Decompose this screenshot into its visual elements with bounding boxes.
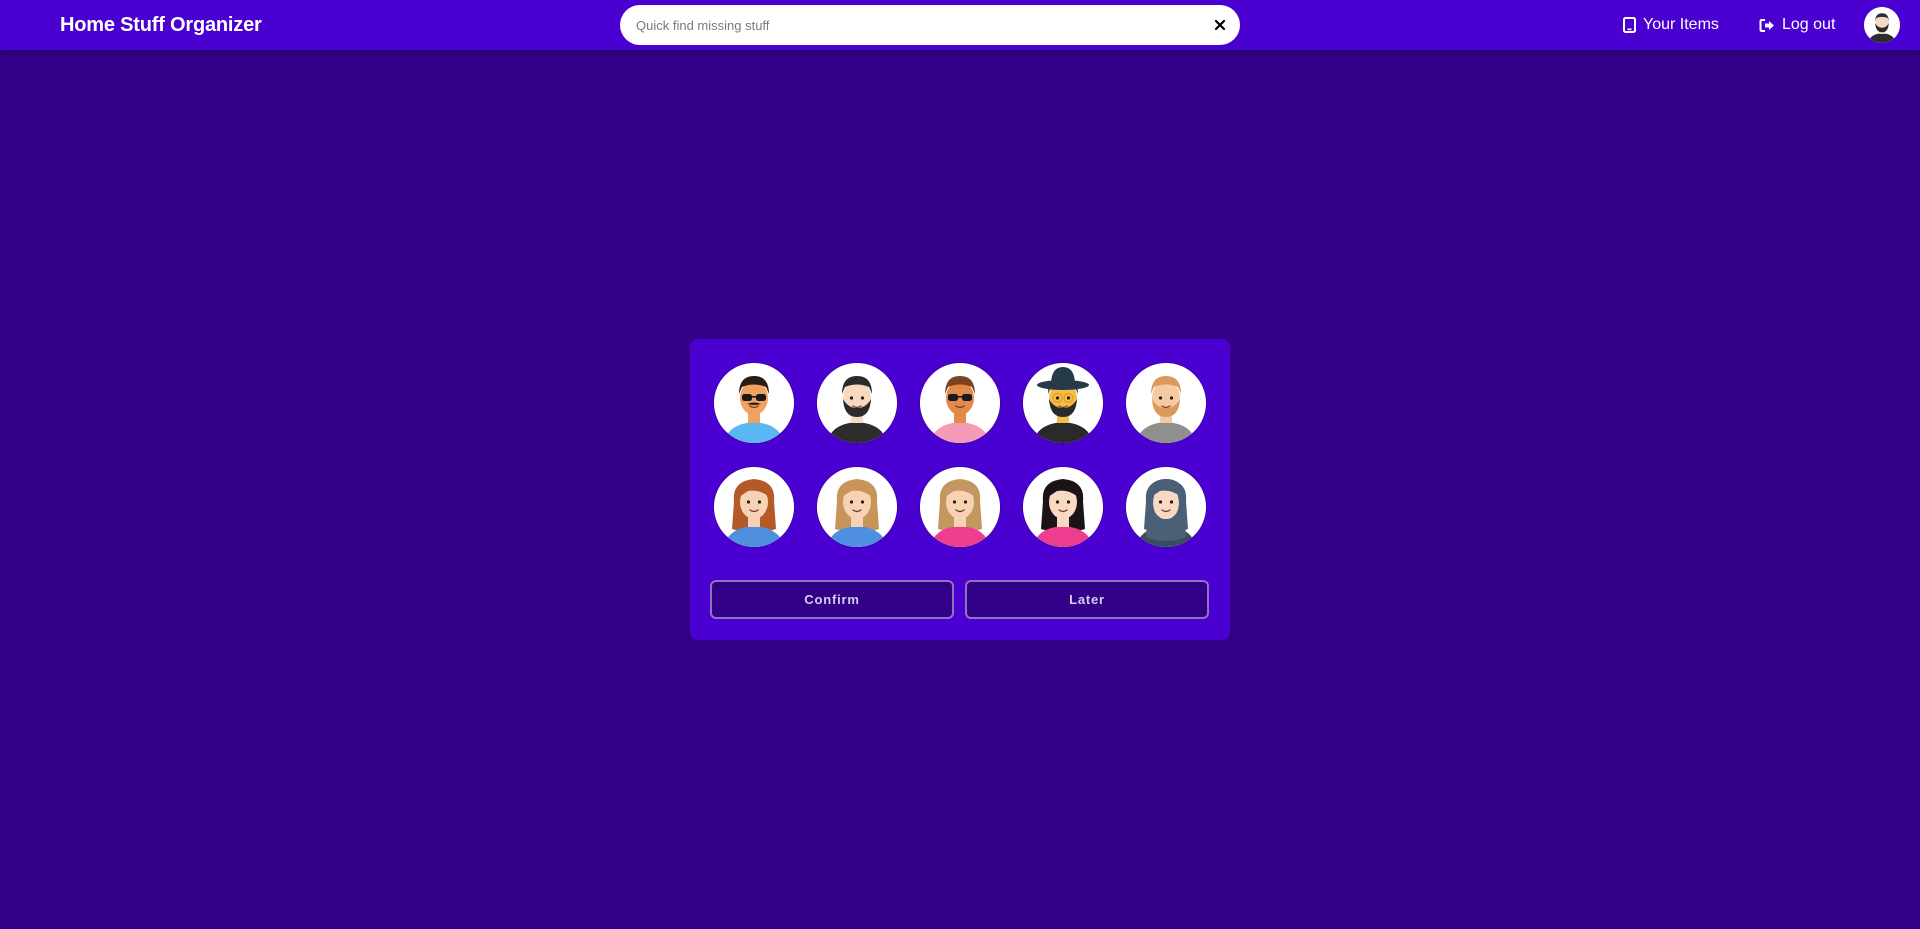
top-navbar: Home Stuff Organizer Your Items Log out xyxy=(0,0,1920,50)
avatar-picker-card: Confirm Later xyxy=(690,339,1230,640)
your-items-label: Your Items xyxy=(1643,16,1719,33)
avatar-man-sunglasses-mustache-icon[interactable] xyxy=(714,363,794,443)
avatar-woman-bob-pink-shirt-icon[interactable] xyxy=(920,467,1000,547)
log-out-label: Log out xyxy=(1782,16,1836,33)
avatar-man-sunglasses-pink-shirt-icon[interactable] xyxy=(920,363,1000,443)
avatar-man-beard-black-shirt-icon[interactable] xyxy=(817,363,897,443)
avatar-man-hat-glasses-icon[interactable] xyxy=(1023,363,1103,443)
avatar-man-blond-beard-icon[interactable] xyxy=(1126,363,1206,443)
confirm-button[interactable]: Confirm xyxy=(710,580,954,619)
avatar-woman-brown-hair-icon[interactable] xyxy=(714,467,794,547)
tablet-icon xyxy=(1623,17,1636,33)
later-button[interactable]: Later xyxy=(965,580,1209,619)
your-items-link[interactable]: Your Items xyxy=(1623,0,1719,50)
avatar-woman-black-hair-icon[interactable] xyxy=(1023,467,1103,547)
avatar-grid xyxy=(714,363,1206,547)
search-bar xyxy=(620,5,1240,45)
clear-search-icon[interactable] xyxy=(1212,17,1228,33)
sign-out-icon xyxy=(1759,18,1775,33)
avatar-woman-hijab-icon[interactable] xyxy=(1126,467,1206,547)
log-out-link[interactable]: Log out xyxy=(1759,0,1835,50)
user-avatar[interactable] xyxy=(1864,7,1900,43)
search-input[interactable] xyxy=(634,5,1194,45)
avatar-woman-curly-blonde-icon[interactable] xyxy=(817,467,897,547)
app-title[interactable]: Home Stuff Organizer xyxy=(60,0,262,50)
